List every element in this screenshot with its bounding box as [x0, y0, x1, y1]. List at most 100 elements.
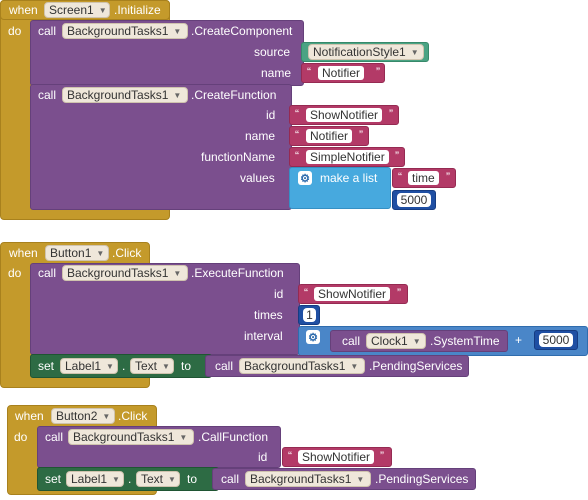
when-label: when [15, 409, 44, 423]
method-name: .CreateFunction [191, 88, 277, 102]
text-value[interactable]: Notifier [318, 66, 365, 80]
do-label: do [8, 24, 22, 38]
component-name: Button2 [56, 409, 98, 423]
property-dropdown[interactable]: Text ▼ [136, 471, 180, 487]
label-name: Label1 [71, 472, 108, 486]
text-value[interactable]: Notifier [306, 129, 353, 143]
times-socket-label: times [254, 308, 283, 322]
values-socket-label: values [240, 171, 275, 185]
quote-close-icon: ” [376, 65, 380, 79]
component-name: BackgroundTasks1 [67, 24, 169, 38]
quote-open-icon: “ [304, 286, 308, 300]
text-value[interactable]: SimpleNotifier [306, 150, 389, 164]
quote-open-icon: “ [307, 65, 311, 79]
clock-name: Clock1 [371, 334, 408, 348]
name-socket-label: name [261, 66, 292, 80]
component-dropdown[interactable]: BackgroundTasks1 ▼ [62, 87, 188, 103]
dropdown-arrow-icon: ▼ [173, 26, 182, 36]
component-dropdown[interactable]: BackgroundTasks1 ▼ [245, 471, 371, 487]
function-name-socket-label: functionName [201, 150, 276, 164]
mutator-gear-icon[interactable]: ⚙ [298, 171, 312, 185]
call-label: call [38, 88, 57, 102]
call-label: call [38, 24, 57, 38]
dropdown-arrow-icon: ▼ [356, 474, 365, 484]
number-value[interactable]: 5000 [539, 333, 573, 347]
call-label: call [215, 359, 234, 373]
dropdown-arrow-icon: ▼ [98, 5, 107, 15]
label-dropdown[interactable]: Label1 ▼ [66, 471, 124, 487]
method-name: .PendingServices [375, 472, 469, 486]
number-value[interactable]: 1 [303, 308, 316, 322]
do-label: do [8, 266, 22, 280]
quote-open-icon: “ [288, 449, 292, 463]
text-value[interactable]: time [408, 171, 439, 185]
method-name: .CallFunction [198, 430, 269, 444]
id-socket-label: id [274, 287, 284, 301]
method-name: .ExecuteFunction [191, 266, 284, 280]
dropdown-arrow-icon: ▼ [173, 268, 182, 278]
dropdown-arrow-icon: ▼ [168, 474, 176, 484]
when-label: when [9, 3, 38, 17]
component-dropdown[interactable]: Button1 ▼ [45, 245, 109, 261]
component-name: BackgroundTasks1 [250, 472, 352, 486]
text-value[interactable]: ShowNotifier [306, 108, 383, 122]
dropdown-arrow-icon: ▼ [350, 361, 359, 371]
call-label: call [45, 430, 64, 444]
text-value[interactable]: ShowNotifier [298, 450, 375, 464]
quote-close-icon: ” [380, 449, 384, 463]
event-name: .Initialize [114, 3, 161, 17]
set-label: set [38, 359, 55, 373]
component-dropdown[interactable]: Screen1 ▼ [44, 2, 110, 18]
dropdown-arrow-icon: ▼ [179, 432, 188, 442]
name-socket-label: name [245, 129, 276, 143]
quote-open-icon: “ [398, 170, 402, 184]
component-name: BackgroundTasks1 [67, 266, 169, 280]
dropdown-arrow-icon: ▼ [96, 248, 105, 258]
number-value[interactable]: 5000 [397, 193, 431, 207]
method-name: .SystemTime [430, 334, 500, 348]
dropdown-arrow-icon: ▼ [106, 361, 114, 371]
call-label: call [38, 266, 57, 280]
component-name: BackgroundTasks1 [73, 430, 175, 444]
text-value[interactable]: ShowNotifier [314, 287, 391, 301]
property-dot: . [128, 472, 132, 486]
source-socket-label: source [254, 45, 291, 59]
property-name: Text [135, 359, 158, 373]
component-dropdown[interactable]: BackgroundTasks1 ▼ [62, 265, 188, 281]
component-name: BackgroundTasks1 [244, 359, 346, 373]
notification-style-dropdown[interactable]: NotificationStyle1 ▼ [308, 44, 424, 60]
id-socket-label: id [266, 108, 276, 122]
mutator-gear-icon[interactable]: ⚙ [306, 330, 320, 344]
dropdown-arrow-icon: ▼ [173, 90, 182, 100]
event-name: .Click [118, 409, 148, 423]
id-socket-label: id [258, 450, 268, 464]
property-dropdown[interactable]: Text ▼ [130, 358, 174, 374]
label-dropdown[interactable]: Label1 ▼ [60, 358, 118, 374]
quote-close-icon: ” [359, 128, 363, 142]
property-dot: . [122, 359, 126, 373]
dropdown-arrow-icon: ▼ [162, 361, 170, 371]
dropdown-arrow-icon: ▼ [102, 411, 111, 421]
dropdown-arrow-icon: ▼ [410, 47, 419, 57]
do-label: do [14, 430, 28, 444]
quote-close-icon: ” [446, 170, 450, 184]
event-name: .Click [112, 246, 142, 260]
set-label: set [45, 472, 62, 486]
to-label: to [181, 359, 192, 373]
clock-dropdown[interactable]: Clock1 ▼ [366, 333, 426, 349]
dropdown-arrow-icon: ▼ [412, 336, 421, 346]
component-dropdown[interactable]: BackgroundTasks1 ▼ [239, 358, 365, 374]
component-dropdown[interactable]: BackgroundTasks1 ▼ [62, 23, 188, 39]
when-label: when [9, 246, 38, 260]
method-name: .CreateComponent [191, 24, 293, 38]
quote-open-icon: “ [295, 107, 299, 121]
component-dropdown[interactable]: Button2 ▼ [51, 408, 115, 424]
component-name: BackgroundTasks1 [67, 88, 169, 102]
quote-close-icon: ” [397, 286, 401, 300]
make-a-list-label: make a list [320, 171, 378, 185]
to-label: to [187, 472, 198, 486]
component-dropdown[interactable]: BackgroundTasks1 ▼ [68, 429, 194, 445]
component-name: Button1 [50, 246, 92, 260]
plus-operator-label: + [515, 333, 523, 347]
label-name: Label1 [65, 359, 102, 373]
